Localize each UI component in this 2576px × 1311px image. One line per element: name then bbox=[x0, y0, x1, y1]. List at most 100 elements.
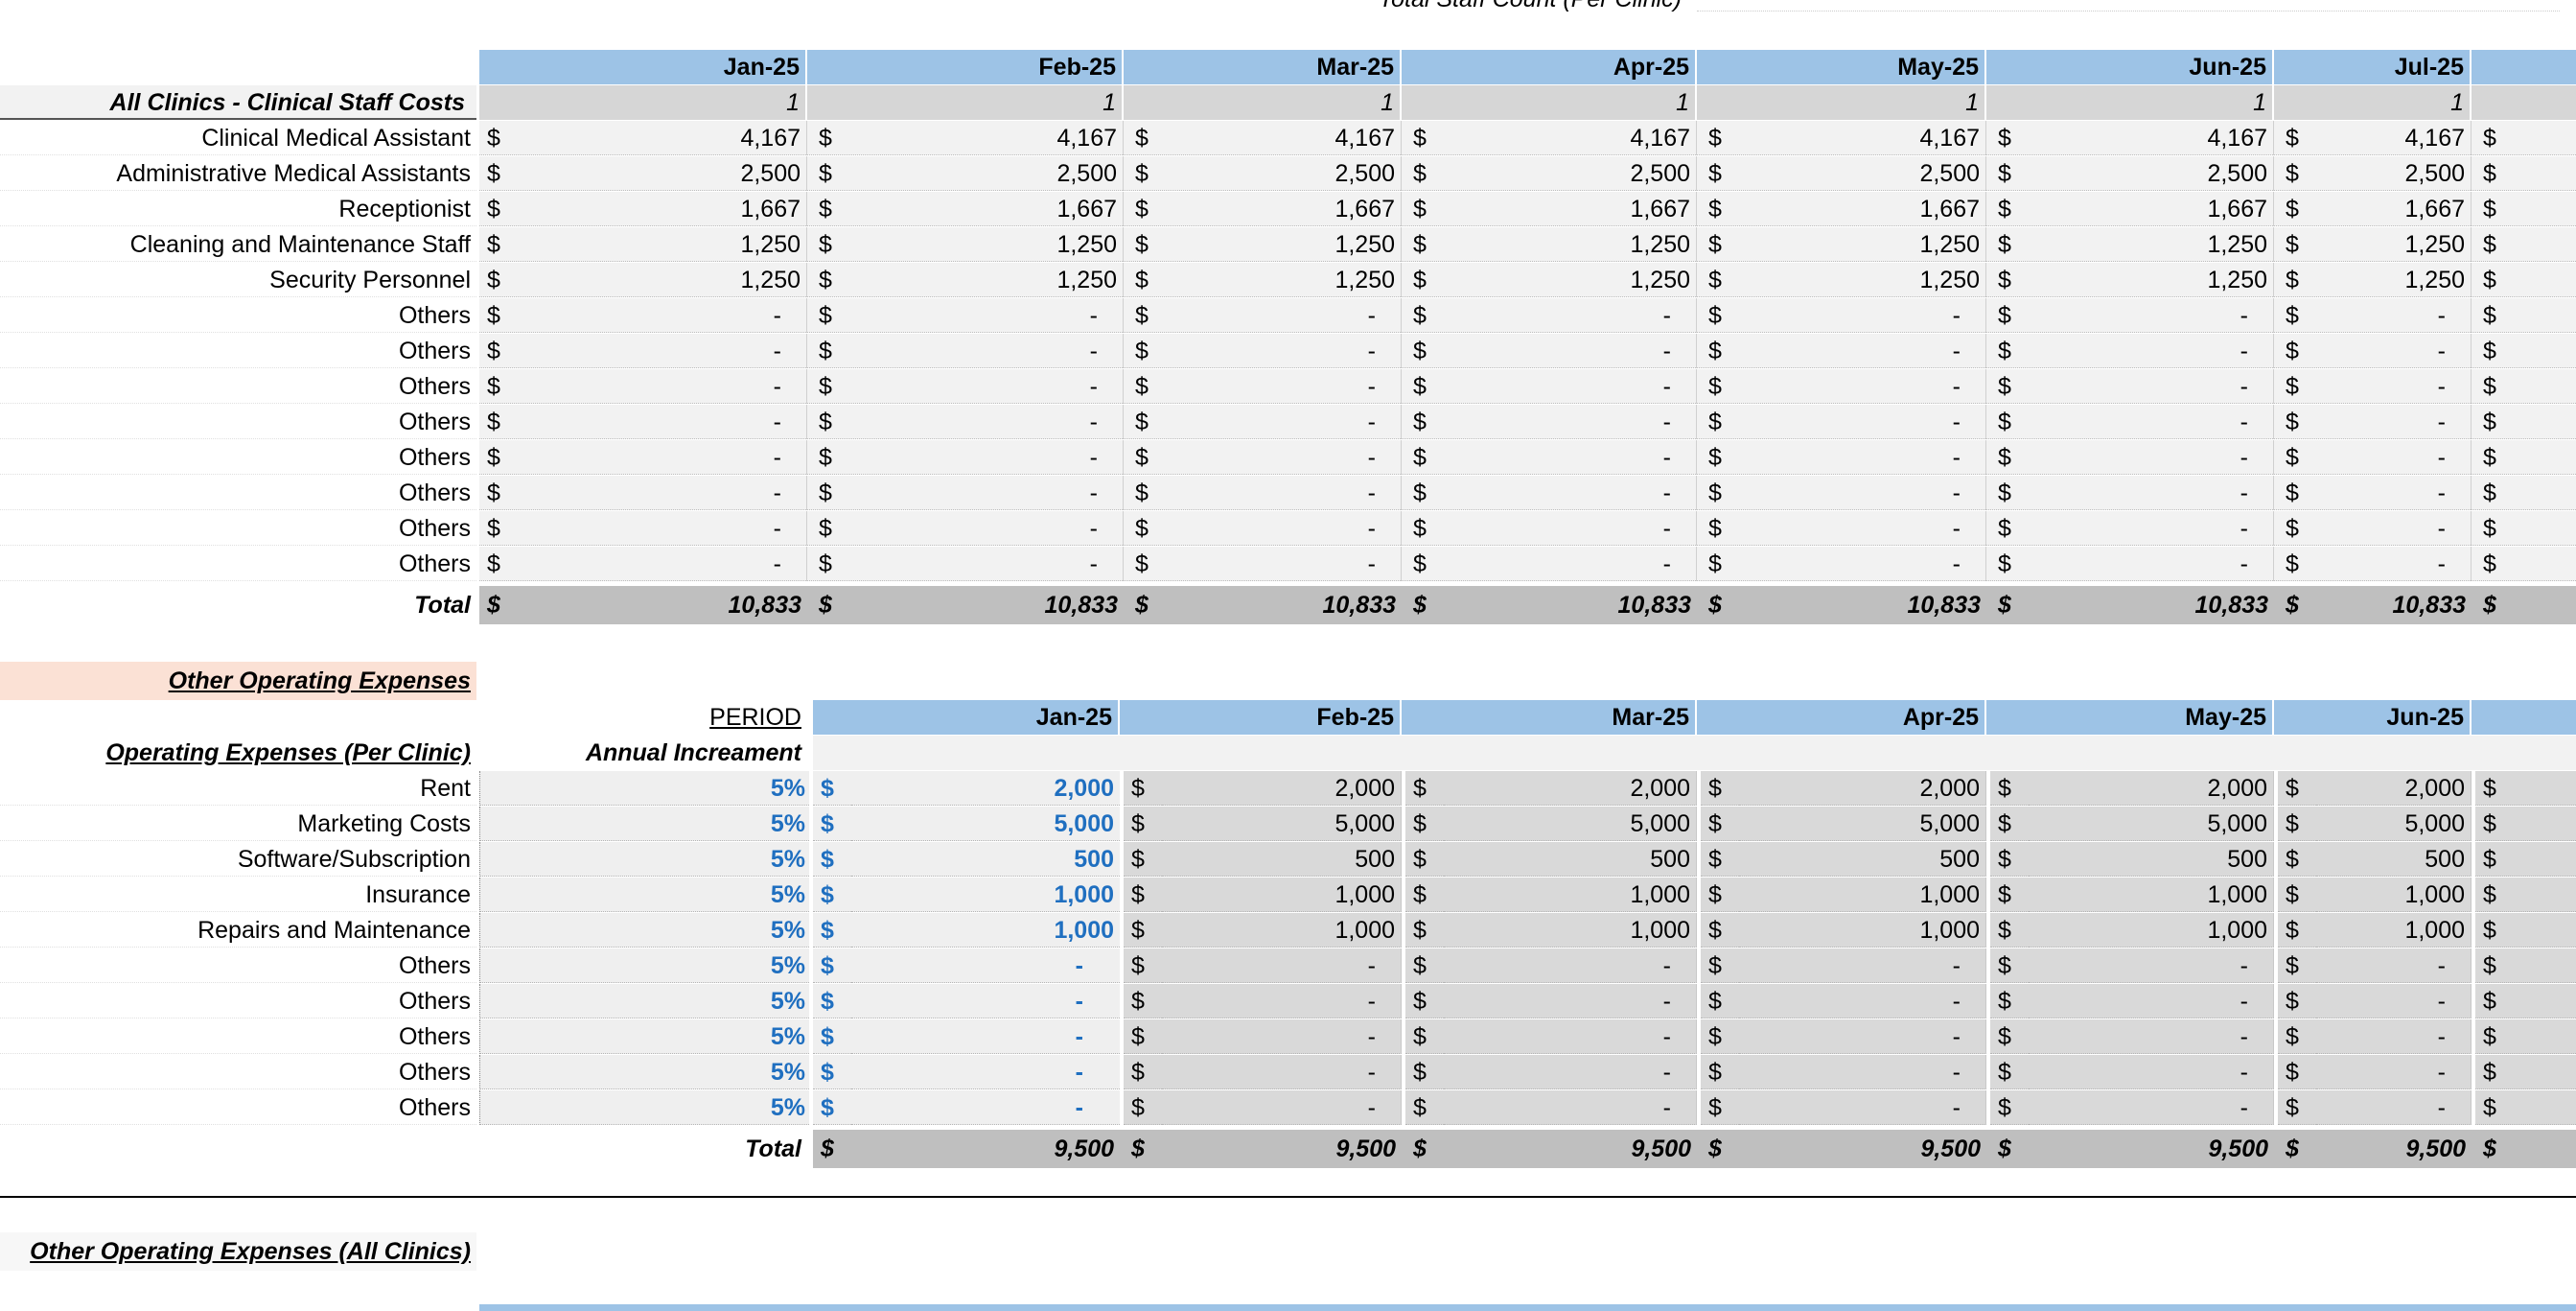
opex-value[interactable]: - bbox=[1162, 948, 1402, 983]
staff-cost-value[interactable]: 2,500 bbox=[518, 156, 807, 191]
annual-increment-input[interactable]: 5% bbox=[479, 1090, 809, 1125]
opex-value[interactable]: - bbox=[1739, 1019, 1986, 1054]
opex-value[interactable]: - bbox=[1739, 984, 1986, 1018]
staff-cost-value[interactable]: 2,500 bbox=[2316, 156, 2472, 191]
staff-cost-value[interactable]: - bbox=[849, 547, 1124, 581]
staff-cost-value[interactable]: - bbox=[1444, 405, 1697, 439]
opex-value[interactable]: - bbox=[1162, 984, 1402, 1018]
opex-jan-input[interactable]: - bbox=[851, 984, 1120, 1018]
opex-value[interactable]: - bbox=[2316, 1019, 2472, 1054]
staff-cost-value[interactable]: 1,250 bbox=[1739, 263, 1986, 297]
opex-value[interactable]: - bbox=[1444, 1019, 1697, 1054]
opex-value[interactable]: 1,000 bbox=[1739, 913, 1986, 948]
staff-cost-value[interactable]: 1,667 bbox=[1444, 192, 1697, 226]
staff-cost-value[interactable]: - bbox=[518, 298, 807, 333]
opex-value[interactable]: 1,000 bbox=[2029, 878, 2274, 912]
staff-cost-value[interactable]: - bbox=[2029, 298, 2274, 333]
annual-increment-input[interactable]: 5% bbox=[479, 771, 809, 806]
staff-cost-value[interactable]: - bbox=[1739, 405, 1986, 439]
opex-value[interactable]: - bbox=[1444, 948, 1697, 983]
staff-cost-value[interactable]: 1,250 bbox=[2316, 263, 2472, 297]
staff-cost-value[interactable]: - bbox=[1166, 476, 1402, 510]
staff-cost-value[interactable]: 4,167 bbox=[849, 121, 1124, 155]
opex-value[interactable]: 500 bbox=[2029, 842, 2274, 877]
staff-cost-value[interactable]: - bbox=[1739, 511, 1986, 546]
staff-cost-value[interactable]: - bbox=[849, 405, 1124, 439]
staff-cost-value[interactable]: - bbox=[1444, 369, 1697, 404]
staff-cost-value[interactable]: - bbox=[2316, 511, 2472, 546]
staff-cost-value[interactable]: - bbox=[1166, 369, 1402, 404]
staff-cost-value[interactable]: - bbox=[518, 334, 807, 368]
opex-value[interactable]: - bbox=[2029, 1019, 2274, 1054]
staff-cost-value[interactable]: 1,250 bbox=[1166, 227, 1402, 262]
opex-value[interactable]: 1,000 bbox=[2316, 913, 2472, 948]
opex-value[interactable]: 1,000 bbox=[1444, 913, 1697, 948]
opex-value[interactable]: 1,000 bbox=[2316, 878, 2472, 912]
opex-value[interactable]: 5,000 bbox=[2029, 807, 2274, 841]
opex-jan-input[interactable]: 2,000 bbox=[851, 771, 1120, 806]
staff-cost-value[interactable]: - bbox=[1444, 440, 1697, 475]
staff-cost-value[interactable]: - bbox=[518, 476, 807, 510]
staff-cost-value[interactable]: - bbox=[1166, 405, 1402, 439]
annual-increment-input[interactable]: 5% bbox=[479, 913, 809, 948]
staff-cost-value[interactable]: - bbox=[2029, 511, 2274, 546]
opex-value[interactable]: 1,000 bbox=[1739, 878, 1986, 912]
staff-cost-value[interactable]: - bbox=[849, 511, 1124, 546]
staff-cost-value[interactable]: 1,250 bbox=[1444, 227, 1697, 262]
staff-cost-value[interactable]: 1,250 bbox=[1739, 227, 1986, 262]
staff-cost-value[interactable]: - bbox=[1739, 298, 1986, 333]
staff-cost-value[interactable]: 4,167 bbox=[2316, 121, 2472, 155]
staff-cost-value[interactable]: - bbox=[518, 511, 807, 546]
staff-cost-value[interactable]: - bbox=[1444, 334, 1697, 368]
staff-cost-value[interactable]: - bbox=[1166, 334, 1402, 368]
staff-cost-value[interactable]: - bbox=[1444, 511, 1697, 546]
staff-cost-value[interactable]: - bbox=[1739, 334, 1986, 368]
annual-increment-input[interactable]: 5% bbox=[479, 1019, 809, 1054]
staff-cost-value[interactable]: - bbox=[518, 369, 807, 404]
staff-cost-value[interactable]: 1,250 bbox=[2029, 263, 2274, 297]
staff-cost-value[interactable]: - bbox=[2316, 476, 2472, 510]
opex-jan-input[interactable]: 5,000 bbox=[851, 807, 1120, 841]
opex-value[interactable]: - bbox=[1739, 1055, 1986, 1089]
opex-value[interactable]: 500 bbox=[1162, 842, 1402, 877]
opex-value[interactable]: - bbox=[2316, 984, 2472, 1018]
opex-value[interactable]: - bbox=[1444, 1055, 1697, 1089]
opex-value[interactable]: - bbox=[1162, 1019, 1402, 1054]
staff-cost-value[interactable]: - bbox=[1444, 298, 1697, 333]
staff-cost-value[interactable]: - bbox=[2316, 547, 2472, 581]
staff-cost-value[interactable]: - bbox=[1739, 440, 1986, 475]
staff-cost-value[interactable]: - bbox=[1444, 547, 1697, 581]
staff-cost-value[interactable]: - bbox=[2029, 476, 2274, 510]
staff-cost-value[interactable]: - bbox=[518, 405, 807, 439]
staff-cost-value[interactable]: - bbox=[849, 440, 1124, 475]
annual-increment-input[interactable]: 5% bbox=[479, 807, 809, 841]
opex-value[interactable]: - bbox=[2029, 984, 2274, 1018]
opex-value[interactable]: - bbox=[2316, 1055, 2472, 1089]
staff-cost-value[interactable]: - bbox=[2316, 369, 2472, 404]
staff-cost-value[interactable]: 1,667 bbox=[1166, 192, 1402, 226]
opex-value[interactable]: 5,000 bbox=[1162, 807, 1402, 841]
opex-value[interactable]: 5,000 bbox=[1739, 807, 1986, 841]
opex-value[interactable]: 500 bbox=[1739, 842, 1986, 877]
staff-cost-value[interactable]: - bbox=[518, 547, 807, 581]
opex-jan-input[interactable]: - bbox=[851, 1090, 1120, 1125]
opex-value[interactable]: - bbox=[1444, 1090, 1697, 1125]
staff-cost-value[interactable]: 1,667 bbox=[849, 192, 1124, 226]
opex-value[interactable]: 2,000 bbox=[2316, 771, 2472, 806]
staff-cost-value[interactable]: 1,250 bbox=[2316, 227, 2472, 262]
staff-cost-value[interactable]: 2,500 bbox=[2029, 156, 2274, 191]
staff-cost-value[interactable]: - bbox=[1739, 547, 1986, 581]
opex-value[interactable]: - bbox=[1162, 1055, 1402, 1089]
opex-value[interactable]: 500 bbox=[1444, 842, 1697, 877]
opex-value[interactable]: 5,000 bbox=[2316, 807, 2472, 841]
opex-value[interactable]: 2,000 bbox=[1162, 771, 1402, 806]
opex-value[interactable]: 5,000 bbox=[1444, 807, 1697, 841]
staff-cost-value[interactable]: - bbox=[1166, 547, 1402, 581]
opex-value[interactable]: - bbox=[1444, 984, 1697, 1018]
opex-value[interactable]: 1,000 bbox=[1162, 878, 1402, 912]
staff-cost-value[interactable]: 1,250 bbox=[518, 263, 807, 297]
opex-value[interactable]: - bbox=[2316, 1090, 2472, 1125]
staff-cost-value[interactable]: 1,250 bbox=[518, 227, 807, 262]
opex-value[interactable]: 500 bbox=[2316, 842, 2472, 877]
staff-cost-value[interactable]: 4,167 bbox=[518, 121, 807, 155]
